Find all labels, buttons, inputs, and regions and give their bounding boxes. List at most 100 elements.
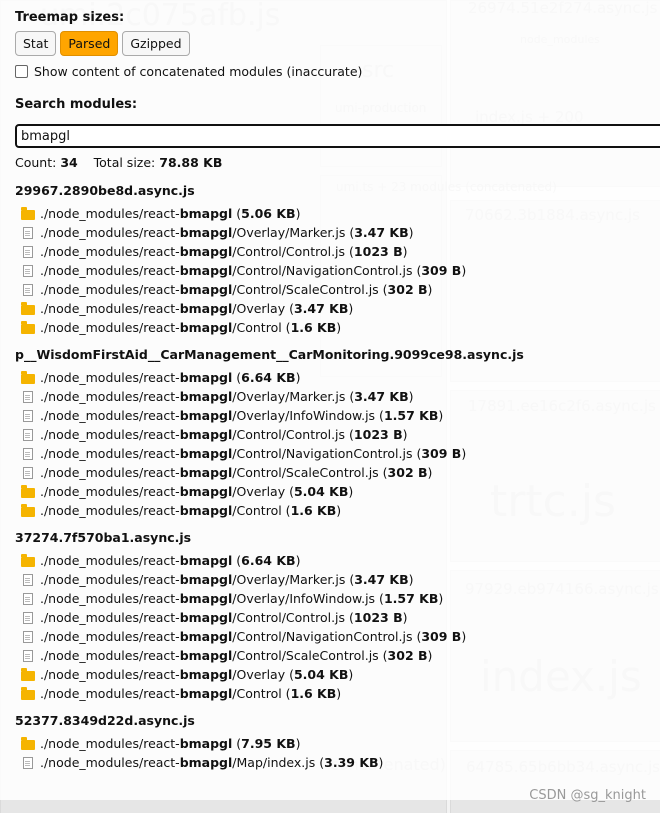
module-path-match: bmapgl (179, 301, 233, 316)
module-row[interactable]: ./node_modules/react-bmapgl/Map/index.js… (21, 753, 660, 772)
concat-modules-checkbox[interactable] (15, 65, 28, 78)
concat-modules-label: Show content of concatenated modules (in… (34, 64, 363, 79)
file-icon (23, 592, 33, 605)
module-size: 1.57 KB (383, 591, 439, 606)
folder-icon (21, 484, 35, 498)
file-icon (23, 447, 33, 460)
folder-icon (21, 206, 35, 220)
module-path-prefix: ./node_modules/react- (40, 427, 180, 442)
file-icon (23, 264, 33, 277)
folder-icon (21, 370, 35, 384)
module-row[interactable]: ./node_modules/react-bmapgl (5.06 KB) (21, 204, 660, 223)
module-row[interactable]: ./node_modules/react-bmapgl/Control/Scal… (21, 280, 660, 299)
module-row[interactable]: ./node_modules/react-bmapgl (7.95 KB) (21, 734, 660, 753)
folder-icon (21, 301, 35, 315)
module-size: 1023 B (353, 610, 403, 625)
file-icon (23, 428, 33, 441)
module-path-prefix: ./node_modules/react- (40, 484, 180, 499)
module-row[interactable]: ./node_modules/react-bmapgl/Control/Cont… (21, 242, 660, 261)
module-path-suffix: /Control (232, 686, 282, 701)
module-path-match: bmapgl (179, 686, 233, 701)
module-row[interactable]: ./node_modules/react-bmapgl (6.64 KB) (21, 368, 660, 387)
module-row[interactable]: ./node_modules/react-bmapgl/Control/Navi… (21, 444, 660, 463)
file-icon (23, 756, 33, 769)
file-icon (23, 390, 33, 403)
module-size: 6.64 KB (241, 553, 296, 568)
count-label: Count: (15, 155, 57, 170)
gzipped-button[interactable]: Gzipped (122, 31, 190, 56)
module-path-suffix: /Overlay/InfoWindow.js (232, 591, 376, 606)
folder-icon (21, 553, 35, 567)
total-size-value: 78.88 KB (159, 155, 223, 170)
folder-icon (21, 320, 35, 334)
module-row[interactable]: ./node_modules/react-bmapgl/Control (1.6… (21, 318, 660, 337)
module-row[interactable]: ./node_modules/react-bmapgl/Control/Cont… (21, 425, 660, 444)
module-row[interactable]: ./node_modules/react-bmapgl/Overlay/Info… (21, 589, 660, 608)
module-path-match: bmapgl (179, 648, 233, 663)
module-size: 302 B (387, 648, 428, 663)
module-path-suffix: /Overlay/Marker.js (232, 572, 346, 587)
module-row[interactable]: ./node_modules/react-bmapgl/Control (1.6… (21, 684, 660, 703)
module-row[interactable]: ./node_modules/react-bmapgl/Overlay (3.4… (21, 299, 660, 318)
search-results: 29967.2890be8d.async.js ./node_modules/re… (15, 183, 660, 772)
module-path-prefix: ./node_modules/react- (40, 610, 180, 625)
module-path-suffix: /Overlay (232, 301, 286, 316)
module-path-prefix: ./node_modules/react- (40, 225, 180, 240)
search-input[interactable] (15, 124, 660, 148)
module-path-prefix: ./node_modules/react- (40, 389, 180, 404)
module-size: 3.47 KB (354, 225, 409, 240)
module-path-prefix: ./node_modules/react- (40, 736, 180, 751)
module-row[interactable]: ./node_modules/react-bmapgl/Control/Cont… (21, 608, 660, 627)
module-row[interactable]: ./node_modules/react-bmapgl/Overlay/Mark… (21, 570, 660, 589)
module-row[interactable]: ./node_modules/react-bmapgl/Control/Scal… (21, 646, 660, 665)
chunk-title[interactable]: 37274.7f570ba1.async.js (15, 530, 660, 545)
folder-icon (21, 667, 35, 681)
module-path-match: bmapgl (179, 389, 233, 404)
chunk-title[interactable]: p__WisdomFirstAid__CarManagement__CarMon… (15, 347, 660, 362)
result-group: p__WisdomFirstAid__CarManagement__CarMon… (15, 347, 660, 520)
result-group: 37274.7f570ba1.async.js ./node_modules/re… (15, 530, 660, 703)
module-path-suffix: /Control/NavigationControl.js (232, 629, 413, 644)
module-size: 1.57 KB (383, 408, 439, 423)
module-row[interactable]: ./node_modules/react-bmapgl/Control/Navi… (21, 627, 660, 646)
module-row[interactable]: ./node_modules/react-bmapgl/Overlay/Mark… (21, 387, 660, 406)
module-path-suffix: /Control/Control.js (232, 244, 346, 259)
module-row[interactable]: ./node_modules/react-bmapgl/Overlay (5.0… (21, 665, 660, 684)
module-size: 309 B (421, 263, 462, 278)
module-row[interactable]: ./node_modules/react-bmapgl/Overlay/Mark… (21, 223, 660, 242)
watermark: CSDN @sg_knight (529, 788, 646, 803)
file-icon (23, 283, 33, 296)
module-path-prefix: ./node_modules/react- (40, 686, 180, 701)
module-path-match: bmapgl (179, 427, 233, 442)
module-path-suffix: /Overlay/InfoWindow.js (232, 408, 376, 423)
module-path-match: bmapgl (179, 206, 233, 221)
module-path-match: bmapgl (179, 629, 233, 644)
module-size: 1023 B (353, 244, 403, 259)
module-size: 302 B (387, 465, 428, 480)
chunk-title[interactable]: 52377.8349d22d.async.js (15, 713, 660, 728)
module-path-suffix: /Control/ScaleControl.js (232, 648, 379, 663)
parsed-button[interactable]: Parsed (60, 31, 119, 56)
result-group: 29967.2890be8d.async.js ./node_modules/re… (15, 183, 660, 337)
search-stats: Count: 34 Total size: 78.88 KB (15, 155, 660, 170)
module-path-match: bmapgl (179, 465, 233, 480)
module-path-match: bmapgl (179, 572, 233, 587)
chunk-title[interactable]: 29967.2890be8d.async.js (15, 183, 660, 198)
module-path-match: bmapgl (179, 610, 233, 625)
module-row[interactable]: ./node_modules/react-bmapgl/Control/Scal… (21, 463, 660, 482)
module-row[interactable]: ./node_modules/react-bmapgl/Overlay/Info… (21, 406, 660, 425)
stat-button[interactable]: Stat (15, 31, 57, 56)
module-row[interactable]: ./node_modules/react-bmapgl/Control/Navi… (21, 261, 660, 280)
module-path-suffix: /Control/Control.js (232, 427, 346, 442)
file-icon (23, 649, 33, 662)
module-path-match: bmapgl (179, 736, 233, 751)
module-path-suffix: /Overlay (232, 484, 286, 499)
module-path-prefix: ./node_modules/react- (40, 572, 180, 587)
module-path-suffix: /Control/Control.js (232, 610, 346, 625)
module-row[interactable]: ./node_modules/react-bmapgl (6.64 KB) (21, 551, 660, 570)
module-row[interactable]: ./node_modules/react-bmapgl/Control (1.6… (21, 501, 660, 520)
concat-modules-option[interactable]: Show content of concatenated modules (in… (15, 64, 660, 79)
module-row[interactable]: ./node_modules/react-bmapgl/Overlay (5.0… (21, 482, 660, 501)
module-path-match: bmapgl (179, 484, 233, 499)
module-size: 1.6 KB (290, 320, 337, 335)
